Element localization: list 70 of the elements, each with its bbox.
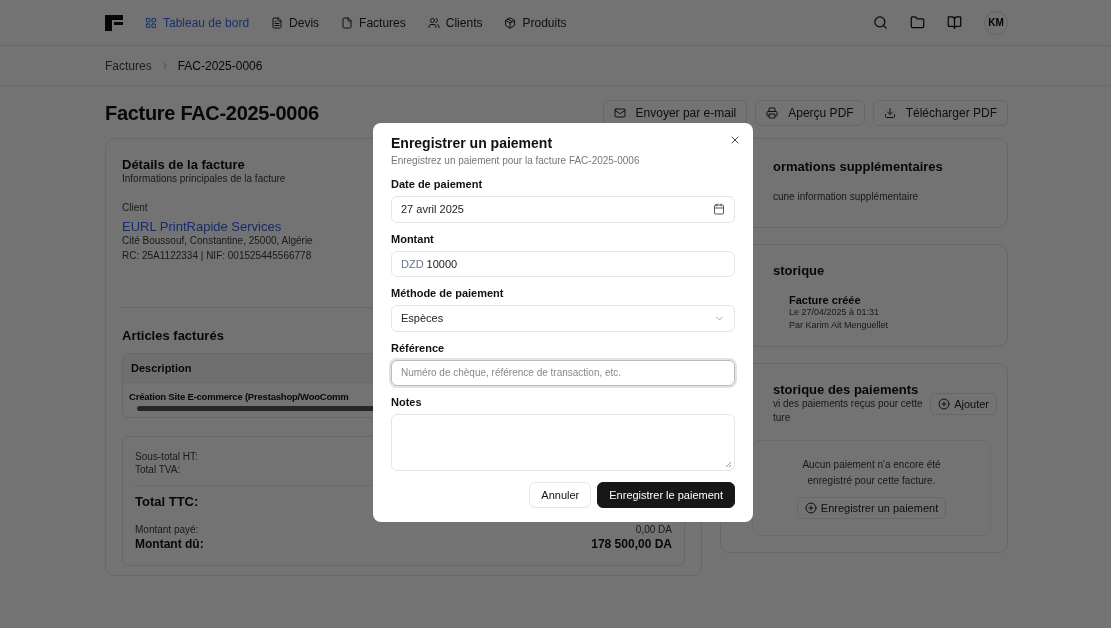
field-label: Date de paiement — [391, 178, 484, 190]
document-icon — [271, 16, 284, 29]
info-text: cune information supplémentaire — [773, 190, 919, 204]
close-icon[interactable] — [729, 134, 741, 146]
field-label: Référence — [391, 341, 446, 354]
field-label: Notes — [391, 396, 423, 408]
card-title: ormations supplémentaires — [773, 159, 943, 174]
search-icon[interactable] — [873, 15, 888, 30]
cancel-button[interactable]: Annuler — [529, 482, 592, 508]
client-label: Client — [122, 200, 148, 215]
section-title: Détails de la facture — [122, 157, 245, 172]
file-icon — [341, 16, 354, 29]
nav-link[interactable]: Clients — [427, 15, 483, 30]
total-label: Total TTC: — [135, 494, 199, 509]
logo-icon — [105, 14, 123, 31]
nav-link[interactable]: Produits — [504, 15, 567, 30]
page-title: Facture FAC-2025-0006 — [105, 101, 319, 125]
event-title: Facture créée — [789, 293, 861, 306]
users-icon — [427, 16, 440, 29]
breadcrumb-link[interactable]: Factures — [105, 58, 152, 73]
total-label: Montant dû: — [135, 537, 204, 551]
calendar-icon — [713, 203, 725, 216]
action-button[interactable]: Envoyer par e-mail — [602, 100, 748, 126]
plus-circle-icon — [804, 501, 817, 514]
total-value: 178 500,00 DA — [591, 537, 672, 551]
submit-button[interactable]: Enregistrer le paiement — [597, 482, 735, 508]
printer-icon — [766, 107, 779, 119]
add-button[interactable]: Ajouter — [930, 392, 997, 415]
record-payment-button[interactable]: Enregistrer un paiement — [796, 496, 947, 519]
field-label: Montant — [391, 232, 435, 245]
box-icon — [504, 16, 517, 29]
section-subtitle: Informations principales de la facture — [122, 172, 286, 186]
card-title: storique — [773, 262, 825, 278]
dialog-description: Enregistrez un paiement pour la facture FAC-2025-0006 — [391, 155, 641, 166]
amount-field[interactable]: DZD 10000 — [391, 250, 735, 277]
event-author: Par Karim Ait Menguellet — [789, 318, 889, 332]
book-icon[interactable] — [947, 15, 962, 30]
nav-link[interactable]: Devis — [271, 15, 320, 30]
card-subtitle: ture — [773, 411, 791, 426]
total-label: Montant payé: — [135, 524, 199, 535]
total-label: Sous-total HT: — [135, 451, 198, 462]
action-button[interactable]: Aperçu PDF — [755, 100, 865, 126]
action-button[interactable]: Télécharger PDF — [872, 100, 1008, 126]
client-ids: RC: 25A1122334 | NIF: 001525445566778 — [122, 248, 312, 263]
breadcrumb-link[interactable]: FAC-2025-0006 — [177, 58, 263, 73]
folder-icon[interactable] — [910, 15, 925, 30]
dialog-title: Enregistrer un paiement — [391, 135, 554, 151]
plus-circle-icon — [938, 397, 951, 410]
user-avatar[interactable]: KM — [984, 10, 1008, 35]
card-title: storique des paiements — [773, 381, 919, 397]
client-address: Cité Boussouf, Constantine, 25000, Algérie — [122, 234, 313, 248]
resize-grip-icon — [725, 461, 731, 467]
mail-icon — [613, 107, 626, 119]
nav-link[interactable]: Tableau de bord — [145, 15, 250, 30]
download-icon — [883, 107, 896, 119]
card-subtitle: vi des paiements reçus pour cette — [773, 397, 923, 411]
field-label: Méthode de paiement — [391, 287, 505, 299]
total-value: 0,00 DA — [635, 524, 672, 535]
table-cell: Création Site E-commerce (Prestashop/WooComm — [129, 391, 349, 402]
notes-field[interactable] — [391, 414, 735, 471]
input-field[interactable]: Numéro de chèque, référence de transaction, etc. — [391, 359, 735, 386]
event-date: Le 27/04/2025 à 01:31 — [789, 305, 880, 319]
empty-message: Aucun paiement n'a encore été enregistré pour cette facture. — [801, 457, 942, 488]
method-select[interactable]: Espèces — [391, 305, 735, 332]
total-label: Total TVA: — [135, 464, 181, 475]
date-field[interactable]: 27 avril 2025 — [391, 196, 735, 223]
nav-link[interactable]: Factures — [341, 15, 406, 30]
client-link[interactable]: EURL PrintRapide Services — [122, 219, 282, 234]
grid-icon — [145, 16, 157, 29]
section-title: Articles facturés — [122, 328, 224, 343]
